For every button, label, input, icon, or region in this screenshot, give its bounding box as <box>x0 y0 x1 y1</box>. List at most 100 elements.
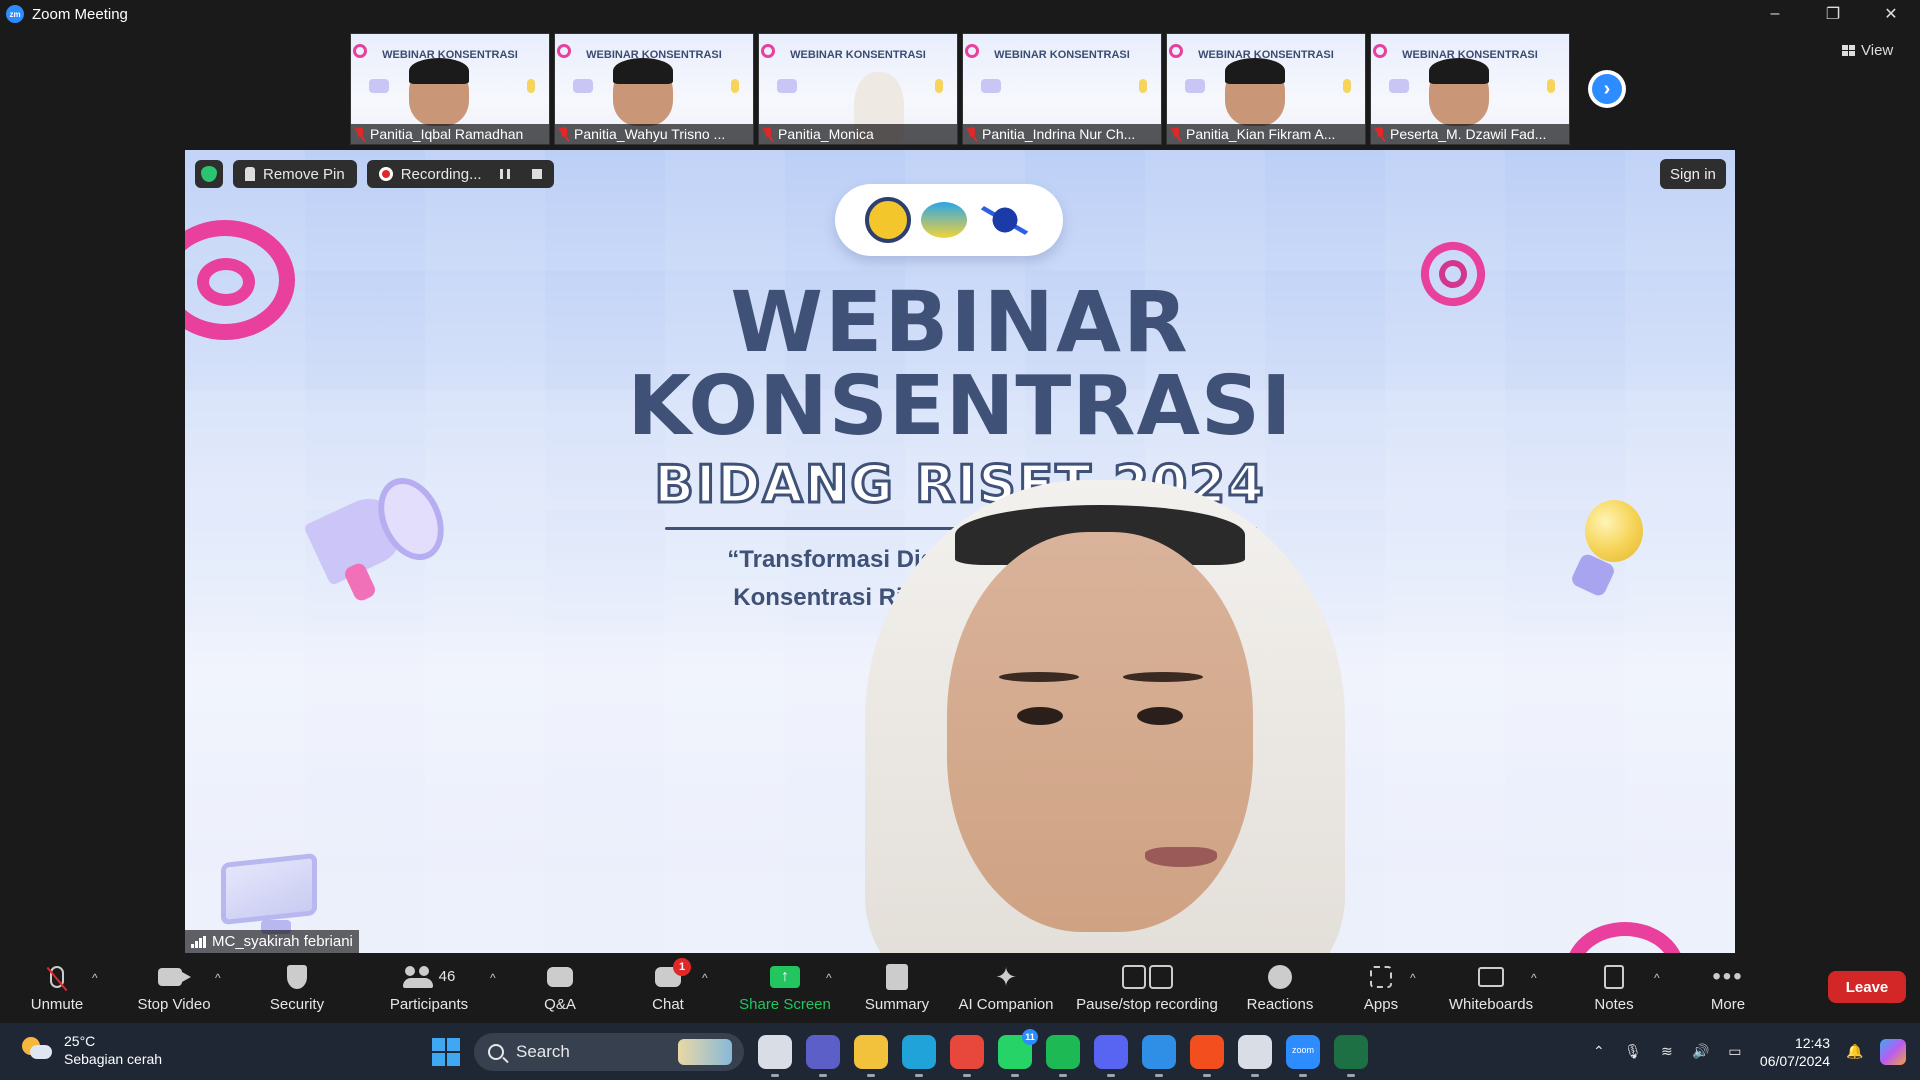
share-options-chevron-icon[interactable]: ^ <box>826 971 832 985</box>
microphone-icon[interactable]: 🎙 <box>1624 1043 1642 1061</box>
stop-recording-icon[interactable] <box>531 169 542 179</box>
clock[interactable]: 12:43 06/07/2024 <box>1760 1034 1830 1070</box>
spotify-icon[interactable] <box>1046 1035 1080 1077</box>
next-page-button[interactable]: › <box>1588 70 1626 108</box>
vscode-icon[interactable] <box>1142 1035 1176 1077</box>
qa-label: Q&A <box>544 995 576 1013</box>
whiteboard-icon <box>1478 966 1504 987</box>
battery-icon[interactable]: ▭ <box>1726 1043 1744 1061</box>
apps-button[interactable]: Apps <box>1362 953 1400 1023</box>
participant-tile[interactable]: WEBINAR KONSENTRASI Panitia_Wahyu Trisno … <box>554 33 754 145</box>
participant-tile[interactable]: WEBINAR KONSENTRASI Panitia_Iqbal Ramadha… <box>350 33 550 145</box>
discord-icon[interactable] <box>1094 1035 1128 1077</box>
video-camera-icon <box>158 967 191 986</box>
whiteboard-options-chevron-icon[interactable]: ^ <box>1531 971 1537 985</box>
qa-button[interactable]: Q&A <box>538 953 582 1023</box>
weather-condition: Sebagian cerah <box>64 1051 163 1067</box>
participant-name-label: Panitia_Monica <box>759 124 957 144</box>
more-button[interactable]: ••• More <box>1708 953 1748 1023</box>
megaphone-illustration <box>293 467 457 608</box>
audio-options-chevron-icon[interactable]: ^ <box>92 971 98 985</box>
minimize-button[interactable]: – <box>1746 0 1804 28</box>
figma-icon[interactable] <box>1190 1035 1224 1077</box>
windows-start-icon[interactable] <box>432 1038 460 1066</box>
chevron-right-icon: › <box>1592 74 1622 104</box>
video-options-chevron-icon[interactable]: ^ <box>215 971 221 985</box>
slide-bulb-decoration <box>1139 79 1147 93</box>
sponsor-logos <box>835 184 1063 256</box>
participant-hair <box>1429 58 1489 84</box>
slide-bulb-decoration <box>527 79 535 93</box>
lightbulb-illustration <box>1569 500 1645 600</box>
slide-megaphone-decoration <box>1389 79 1409 93</box>
slide-megaphone-decoration <box>573 79 593 93</box>
participant-tile[interactable]: WEBINAR KONSENTRASI Panitia_Indrina Nur C… <box>962 33 1162 145</box>
microphone-muted-icon <box>1171 127 1181 141</box>
summary-button[interactable]: Summary <box>862 953 932 1023</box>
slide-megaphone-decoration <box>777 79 797 93</box>
microphone-muted-icon <box>559 127 569 141</box>
participant-name-label: Panitia_Kian Fikram A... <box>1167 124 1365 144</box>
chevron-up-icon[interactable]: ⌃ <box>1590 1043 1608 1061</box>
share-screen-button[interactable]: ↑ Share Screen <box>738 953 832 1023</box>
task-view-icon[interactable] <box>758 1035 792 1077</box>
wifi-icon[interactable]: ≋ <box>1658 1043 1676 1061</box>
reactions-button[interactable]: Reactions <box>1244 953 1316 1023</box>
pause-stop-recording-button[interactable]: Pause/stop recording <box>1072 953 1222 1023</box>
chat-options-chevron-icon[interactable]: ^ <box>702 971 708 985</box>
apps-options-chevron-icon[interactable]: ^ <box>1410 971 1416 985</box>
file-explorer-icon[interactable] <box>854 1035 888 1077</box>
encryption-shield-icon[interactable] <box>195 160 223 188</box>
sign-in-button[interactable]: Sign in <box>1660 159 1726 189</box>
apps-icon <box>1370 965 1392 988</box>
whiteboards-button[interactable]: Whiteboards <box>1446 953 1536 1023</box>
participant-tile[interactable]: WEBINAR KONSENTRASI Peserta_M. Dzawil Fad… <box>1370 33 1570 145</box>
notification-bell-icon[interactable]: 🔔 <box>1846 1043 1864 1061</box>
participant-name: Panitia_Monica <box>778 126 874 142</box>
participant-hair <box>409 58 469 84</box>
security-button[interactable]: Security <box>264 953 330 1023</box>
participant-name-label: Panitia_Indrina Nur Ch... <box>963 124 1161 144</box>
weather-widget[interactable]: 25°C Sebagian cerah <box>22 1032 162 1068</box>
grid-view-icon <box>1842 45 1855 56</box>
chrome-icon[interactable] <box>950 1035 984 1077</box>
notes-label: Notes <box>1594 995 1634 1013</box>
remove-pin-button[interactable]: Remove Pin <box>233 160 357 188</box>
zoom-icon[interactable]: zoom <box>1286 1035 1320 1077</box>
whiteboards-label: Whiteboards <box>1448 995 1534 1013</box>
microphone-muted-icon <box>763 127 773 141</box>
speaker-icon[interactable]: 🔊 <box>1692 1043 1710 1061</box>
chat-button[interactable]: 1 Chat <box>648 953 691 1023</box>
excel-icon[interactable] <box>1334 1035 1368 1077</box>
close-button[interactable]: ✕ <box>1862 0 1920 28</box>
whatsapp-icon[interactable]: 11 <box>998 1029 1038 1077</box>
ai-companion-button[interactable]: ✦ AI Companion <box>954 953 1058 1023</box>
leave-button[interactable]: Leave <box>1828 971 1906 1003</box>
participant-name: Peserta_M. Dzawil Fad... <box>1390 126 1547 142</box>
pause-recording-icon[interactable] <box>499 169 510 179</box>
stop-video-button[interactable]: Stop Video <box>132 953 216 1023</box>
view-button[interactable]: View <box>1842 42 1893 59</box>
unmute-label: Unmute <box>30 995 84 1013</box>
search-icon <box>488 1044 504 1060</box>
teams-icon[interactable] <box>806 1035 840 1077</box>
edge-icon[interactable] <box>902 1035 936 1077</box>
taskbar-search[interactable]: Search <box>474 1033 744 1071</box>
notes-button[interactable]: Notes <box>1592 953 1636 1023</box>
participant-strip: WEBINAR KONSENTRASI Panitia_Iqbal Ramadha… <box>350 33 1570 145</box>
chat-unread-badge: 1 <box>673 957 691 976</box>
restore-button[interactable]: ❐ <box>1804 0 1862 28</box>
participants-options-chevron-icon[interactable]: ^ <box>490 971 496 985</box>
participant-tile[interactable]: WEBINAR KONSENTRASI Panitia_Monica <box>758 33 958 145</box>
notes-options-chevron-icon[interactable]: ^ <box>1654 971 1660 985</box>
copilot-icon[interactable] <box>1880 1038 1906 1065</box>
temperature: 25°C <box>64 1033 96 1049</box>
participant-name: Panitia_Kian Fikram A... <box>1186 126 1336 142</box>
thumb-slide-title: WEBINAR KONSENTRASI <box>790 49 926 61</box>
unmute-button[interactable]: Unmute <box>20 953 94 1023</box>
chatgpt-icon[interactable] <box>1238 1035 1272 1077</box>
active-speaker-video[interactable]: WEBINAR KONSENTRASI BIDANG RISET 2024 “T… <box>185 150 1735 953</box>
participants-button[interactable]: 46 Participants <box>384 953 474 1023</box>
participant-name: Panitia_Indrina Nur Ch... <box>982 126 1136 142</box>
participant-tile[interactable]: WEBINAR KONSENTRASI Panitia_Kian Fikram A… <box>1166 33 1366 145</box>
